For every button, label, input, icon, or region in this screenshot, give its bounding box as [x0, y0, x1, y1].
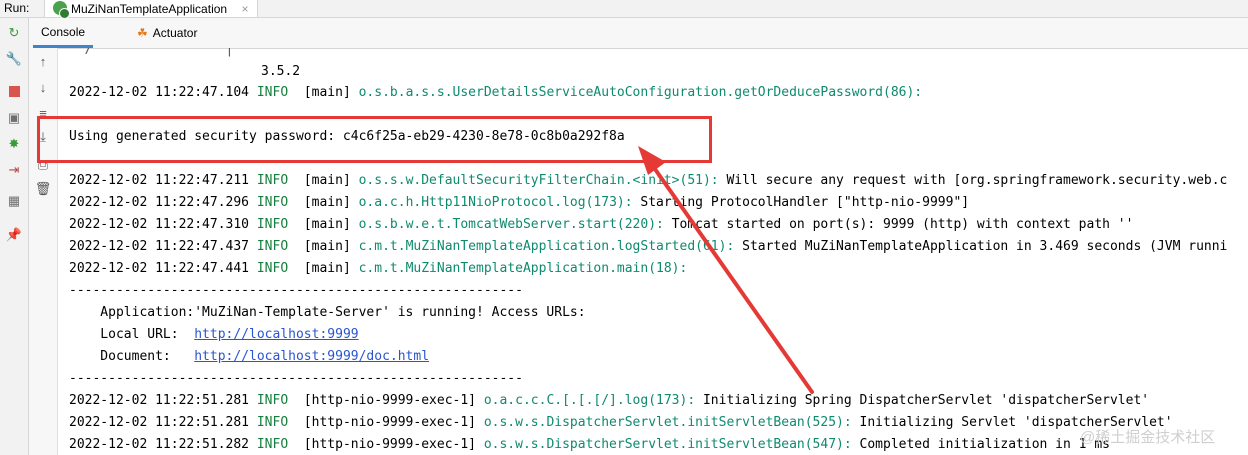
doc-url-link[interactable]: http://localhost:9999/doc.html: [194, 349, 429, 364]
layout-icon[interactable]: ▦: [7, 193, 21, 208]
separator-line: ----------------------------------------…: [69, 283, 523, 298]
scroll-to-end-icon[interactable]: ⤓: [36, 129, 50, 144]
pin-icon[interactable]: 📌: [6, 227, 22, 242]
run-toolwindow-header: Run: MuZiNanTemplateApplication ×: [0, 0, 1248, 19]
run-config-tab[interactable]: MuZiNanTemplateApplication ×: [44, 0, 258, 19]
generated-password-line: Using generated security password: c4c6f…: [69, 129, 625, 144]
tab-actuator[interactable]: ☘ Actuator: [137, 18, 197, 47]
local-url-line: Local URL: http://localhost:9999: [69, 327, 359, 342]
doc-url-line: Document: http://localhost:9999/doc.html: [69, 349, 430, 364]
spring-boot-icon: [53, 1, 70, 19]
arrow-down-icon[interactable]: ↓: [36, 80, 50, 95]
soft-wrap-icon[interactable]: ≡: [36, 106, 50, 121]
stop-icon[interactable]: [7, 84, 21, 98]
debug-icon[interactable]: ✸: [7, 136, 21, 151]
run-toolbar: ↻ 🔧 ▣ ✸ ⇥ ▦ 📌: [0, 18, 29, 455]
wrench-icon[interactable]: 🔧: [6, 51, 22, 66]
log-line: 2022-12-02 11:22:47.211 INFO [main] o.s.…: [69, 173, 1228, 188]
log-line: 2022-12-02 11:22:47.296 INFO [main] o.a.…: [69, 195, 970, 210]
spring-version: 3.5.2: [261, 64, 301, 79]
console-output[interactable]: / | 3.5.2 2022-12-02 11:22:47.104 INFO […: [58, 48, 1248, 455]
banner-fragment: / |: [69, 48, 234, 57]
actuator-icon: ☘: [137, 25, 148, 40]
log-line: 2022-12-02 11:22:51.281 INFO [http-nio-9…: [69, 393, 1150, 408]
log-line: 2022-12-02 11:22:47.437 INFO [main] c.m.…: [69, 239, 1228, 254]
tab-console[interactable]: Console: [33, 18, 94, 48]
log-line: 2022-12-02 11:22:47.441 INFO [main] c.m.…: [69, 261, 688, 276]
close-icon[interactable]: ×: [242, 2, 249, 16]
trash-icon[interactable]: 🗑: [35, 181, 52, 196]
arrow-up-icon[interactable]: ↑: [36, 54, 50, 69]
camera-icon[interactable]: ▣: [7, 110, 21, 125]
separator-line: ----------------------------------------…: [69, 371, 523, 386]
rerun-icon[interactable]: ↻: [7, 25, 21, 40]
log-line: 2022-12-02 11:22:51.282 INFO [http-nio-9…: [69, 437, 1110, 452]
watermark: @稀土掘金技术社区: [1080, 429, 1216, 446]
log-line: 2022-12-02 11:22:51.281 INFO [http-nio-9…: [69, 415, 1173, 430]
exit-icon[interactable]: ⇥: [7, 162, 21, 177]
log-line: 2022-12-02 11:22:47.310 INFO [main] o.s.…: [69, 217, 1134, 232]
tab-console-label: Console: [41, 24, 86, 39]
local-url-link[interactable]: http://localhost:9999: [194, 327, 358, 342]
app-running-line: Application:'MuZiNan-Template-Server' is…: [69, 305, 586, 320]
print-icon[interactable]: ⎙: [36, 157, 50, 172]
tab-actuator-label: Actuator: [152, 25, 198, 40]
run-config-tab-title: MuZiNanTemplateApplication: [71, 2, 228, 16]
run-label: Run:: [4, 1, 30, 15]
log-line: 2022-12-02 11:22:47.104 INFO [main] o.s.…: [69, 85, 923, 100]
console-tabs: Console ☘ Actuator: [29, 18, 1248, 49]
console-gutter: ↑ ↓ ≡ ⤓ ⎙ 🗑: [29, 48, 58, 455]
